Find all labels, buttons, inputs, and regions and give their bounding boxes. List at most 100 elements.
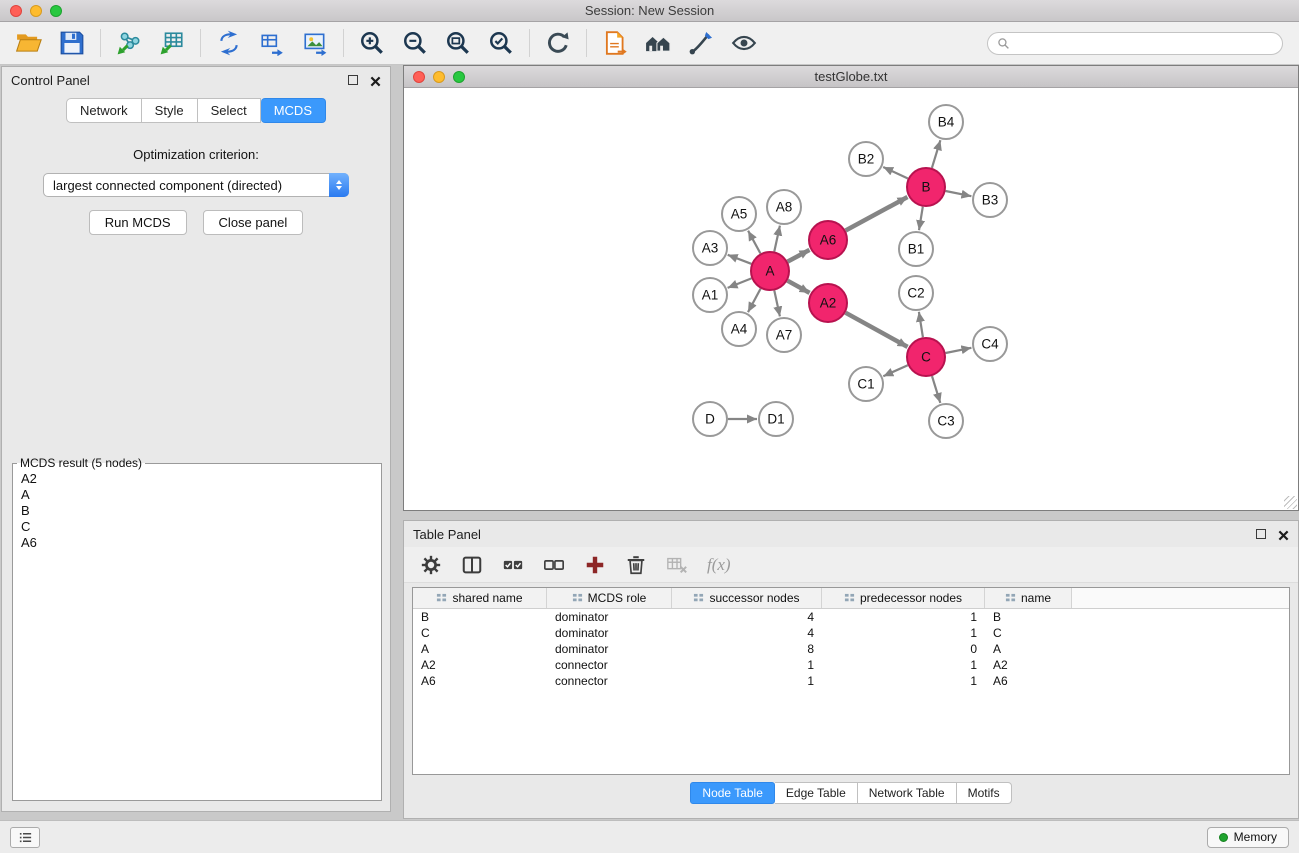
graph-edge-C-C1[interactable] <box>883 365 908 376</box>
columns-icon[interactable] <box>461 554 483 576</box>
graph-node-D1[interactable]: D1 <box>759 402 793 436</box>
graph-node-B3[interactable]: B3 <box>973 183 1007 217</box>
optimization-dropdown[interactable]: largest connected component (directed) <box>43 173 349 197</box>
graph-node-A8[interactable]: A8 <box>767 190 801 224</box>
graph-node-A5[interactable]: A5 <box>722 197 756 231</box>
search-input[interactable] <box>1015 36 1273 50</box>
graph-node-A6[interactable]: A6 <box>809 221 847 259</box>
zoom-window-icon[interactable] <box>50 5 62 17</box>
graph-node-A7[interactable]: A7 <box>767 318 801 352</box>
table-row[interactable]: A2connector11A2 <box>413 657 1289 673</box>
table-row[interactable]: A6connector11A6 <box>413 673 1289 689</box>
graph-node-A4[interactable]: A4 <box>722 312 756 346</box>
column-header-name[interactable]: name <box>985 588 1072 608</box>
graph-node-C3[interactable]: C3 <box>929 404 963 438</box>
table-row[interactable]: Adominator80A <box>413 641 1289 657</box>
tab-select[interactable]: Select <box>198 98 261 123</box>
search-box[interactable] <box>987 32 1283 55</box>
graph-edge-A-A8[interactable] <box>774 226 780 252</box>
result-list-item[interactable]: A2 <box>13 471 381 487</box>
add-icon[interactable] <box>584 554 606 576</box>
close-panel-icon[interactable] <box>370 75 381 86</box>
graph-edge-B-B3[interactable] <box>946 191 972 196</box>
tab-edge-table[interactable]: Edge Table <box>775 782 858 804</box>
network-close-icon[interactable] <box>413 71 425 83</box>
graph-edge-A-A2[interactable] <box>788 281 810 293</box>
export-image-icon[interactable] <box>302 30 328 56</box>
settings-gear-icon[interactable] <box>420 554 442 576</box>
result-list-item[interactable]: B <box>13 503 381 519</box>
graph-node-A2[interactable]: A2 <box>809 284 847 322</box>
open-folder-icon[interactable] <box>16 30 42 56</box>
graph-edge-A-A4[interactable] <box>748 289 761 313</box>
graph-edge-B-B4[interactable] <box>932 140 941 168</box>
import-table-file-icon[interactable] <box>159 30 185 56</box>
tab-node-table[interactable]: Node Table <box>690 782 775 804</box>
select-all-icon[interactable] <box>502 554 524 576</box>
graph-node-C1[interactable]: C1 <box>849 367 883 401</box>
table-row[interactable]: Bdominator41B <box>413 609 1289 625</box>
result-list-item[interactable]: C <box>13 519 381 535</box>
trash-icon[interactable] <box>625 554 647 576</box>
graph-node-A3[interactable]: A3 <box>693 231 727 265</box>
zoom-selected-icon[interactable] <box>488 30 514 56</box>
tab-network-table[interactable]: Network Table <box>858 782 957 804</box>
graph-node-C2[interactable]: C2 <box>899 276 933 310</box>
graph-edge-A-A7[interactable] <box>774 291 780 317</box>
result-list-item[interactable]: A <box>13 487 381 503</box>
document-icon[interactable] <box>602 30 628 56</box>
graph-edge-C-C2[interactable] <box>919 312 923 337</box>
float-panel-icon[interactable] <box>348 75 358 85</box>
graph-edge-C-C3[interactable] <box>932 376 940 403</box>
delete-table-icon[interactable] <box>666 554 688 576</box>
close-window-icon[interactable] <box>10 5 22 17</box>
zoom-fit-icon[interactable] <box>445 30 471 56</box>
import-network-file-icon[interactable] <box>116 30 142 56</box>
graph-edge-A2-C[interactable] <box>846 313 908 347</box>
function-builder-icon[interactable]: f(x) <box>707 555 731 575</box>
graph-edge-C-C4[interactable] <box>946 348 972 353</box>
graph-node-B[interactable]: B <box>907 168 945 206</box>
eye-icon[interactable] <box>731 30 757 56</box>
column-header-successor-nodes[interactable]: successor nodes <box>672 588 822 608</box>
zoom-in-icon[interactable] <box>359 30 385 56</box>
refresh-icon[interactable] <box>545 30 571 56</box>
network-minimize-icon[interactable] <box>433 71 445 83</box>
save-icon[interactable] <box>59 30 85 56</box>
graph-edge-A-A3[interactable] <box>728 255 752 264</box>
graph-node-B2[interactable]: B2 <box>849 142 883 176</box>
run-mcds-button[interactable]: Run MCDS <box>89 210 187 235</box>
result-list-item[interactable]: A6 <box>13 535 381 551</box>
column-header-shared-name[interactable]: shared name <box>413 588 547 608</box>
graph-edge-A-A6[interactable] <box>788 250 810 262</box>
home-icon[interactable] <box>645 30 671 56</box>
network-transfer-icon[interactable] <box>216 30 242 56</box>
vizmapper-icon[interactable] <box>688 30 714 56</box>
close-panel-button[interactable]: Close panel <box>203 210 304 235</box>
column-header-predecessor-nodes[interactable]: predecessor nodes <box>822 588 985 608</box>
unselect-all-icon[interactable] <box>543 554 565 576</box>
minimize-window-icon[interactable] <box>30 5 42 17</box>
network-zoom-icon[interactable] <box>453 71 465 83</box>
graph-node-B4[interactable]: B4 <box>929 105 963 139</box>
table-row[interactable]: Cdominator41C <box>413 625 1289 641</box>
graph-edge-A-A1[interactable] <box>728 278 752 288</box>
tab-motifs[interactable]: Motifs <box>957 782 1012 804</box>
network-canvas[interactable]: B4B2BB3A5A8A6B1A3AC2A1A2A4A7C4CC1C3DD1 <box>404 88 1298 510</box>
graph-edge-B-B1[interactable] <box>919 207 923 231</box>
graph-edge-A6-B[interactable] <box>846 197 908 231</box>
graph-node-C4[interactable]: C4 <box>973 327 1007 361</box>
column-header-mcds-role[interactable]: MCDS role <box>547 588 672 608</box>
graph-edge-A-A5[interactable] <box>748 231 760 254</box>
tab-style[interactable]: Style <box>142 98 198 123</box>
graph-edge-B-B2[interactable] <box>883 167 908 179</box>
float-table-panel-icon[interactable] <box>1256 529 1266 539</box>
table-transfer-icon[interactable] <box>259 30 285 56</box>
graph-node-D[interactable]: D <box>693 402 727 436</box>
tab-network[interactable]: Network <box>66 98 142 123</box>
graph-node-B1[interactable]: B1 <box>899 232 933 266</box>
zoom-out-icon[interactable] <box>402 30 428 56</box>
close-table-panel-icon[interactable] <box>1278 529 1289 540</box>
resize-grip[interactable] <box>1284 496 1297 509</box>
graph-node-A1[interactable]: A1 <box>693 278 727 312</box>
